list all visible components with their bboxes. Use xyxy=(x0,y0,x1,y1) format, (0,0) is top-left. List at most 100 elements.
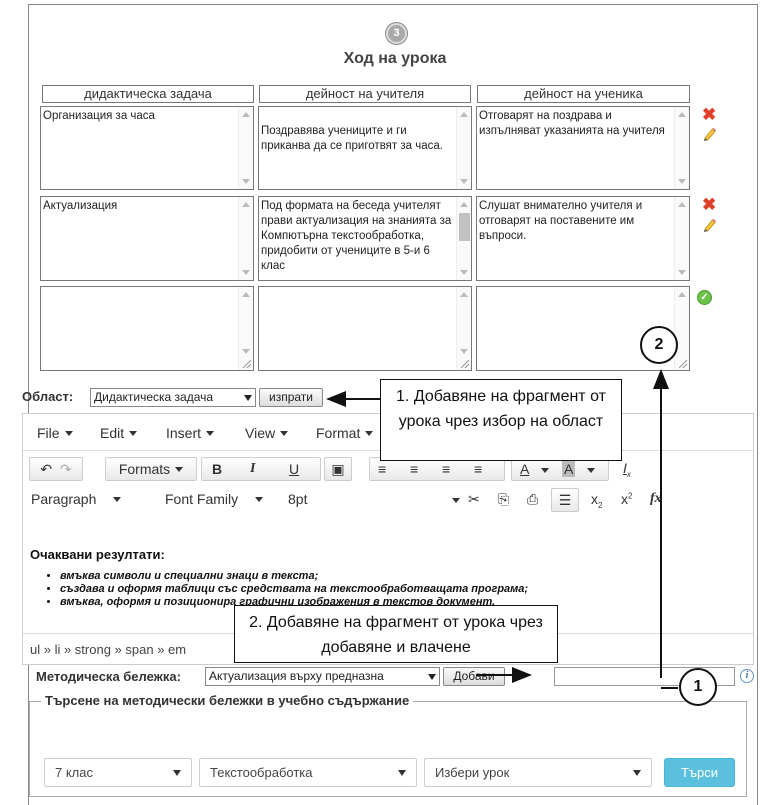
delete-row2-icon[interactable]: ✖ xyxy=(702,196,716,213)
bold-button[interactable]: B xyxy=(212,458,222,480)
scrollbar[interactable] xyxy=(238,197,253,280)
callout-area-selection: 1. Добавяне на фрагмент от урока чрез из… xyxy=(380,379,622,461)
row2-student-text: Слушат внимателно учителя и отговарят на… xyxy=(479,200,643,242)
font-family-dropdown[interactable]: Font Family xyxy=(165,491,263,507)
menu-insert[interactable]: Insert xyxy=(166,425,215,441)
column-header-teacher: дейност на учителя xyxy=(259,85,471,103)
add-button[interactable]: Добави xyxy=(443,667,505,686)
method-note-select[interactable]: Актуализация върху предназна xyxy=(205,667,440,686)
scrollbar[interactable] xyxy=(238,287,253,370)
marker-1: 1 xyxy=(679,668,717,706)
align-right-icon[interactable]: ≡ xyxy=(442,458,450,480)
editor-content[interactable]: Очаквани резултати: вмъква символи и спе… xyxy=(30,547,745,609)
undo-icon[interactable]: ↶ xyxy=(40,461,52,477)
row1-teacher-textarea[interactable]: Поздравява учениците и ги приканва да се… xyxy=(258,106,472,190)
chevron-down-icon xyxy=(633,770,641,776)
resize-grip[interactable] xyxy=(243,360,251,368)
subject-select[interactable]: Текстообработка xyxy=(199,758,417,787)
menu-view[interactable]: View xyxy=(245,425,289,441)
chevron-down-icon xyxy=(398,770,406,776)
formula-icon[interactable]: fx xyxy=(650,491,662,507)
edit-row2-icon[interactable] xyxy=(702,217,717,232)
area-select-value: Дидактическа задача xyxy=(94,390,214,404)
list-item: създава и оформя таблици със средствата … xyxy=(60,583,745,596)
image-icon[interactable]: ▣ xyxy=(324,457,352,481)
subscript-icon[interactable]: x2 xyxy=(591,491,602,510)
text-style-group: B I U xyxy=(201,457,321,481)
method-note-label: Методическа бележка: xyxy=(36,669,181,684)
bg-color-icon[interactable]: A xyxy=(562,461,576,477)
confirm-row-icon[interactable]: ✓ xyxy=(697,290,712,305)
row1-task-text: Организация за часа xyxy=(43,110,155,122)
content-list: вмъква символи и специални знаци в текст… xyxy=(30,570,745,609)
superscript-icon[interactable]: x2 xyxy=(621,491,632,507)
callout-drag-and-drop: 2. Добавяне на фрагмент от урока чрез до… xyxy=(234,605,558,663)
area-label: Област: xyxy=(22,389,74,404)
row1-student-text: Отговарят на поздрава и изпълняват указа… xyxy=(479,110,665,137)
chevron-down-icon xyxy=(173,770,181,776)
scrollbar[interactable] xyxy=(674,197,689,280)
section-title: Ход на урока xyxy=(343,50,447,67)
content-heading: Очаквани резултати: xyxy=(30,547,165,562)
row1-task-textarea[interactable]: Организация за часа xyxy=(40,106,254,190)
marker-2: 2 xyxy=(640,326,678,364)
scrollbar[interactable] xyxy=(456,197,471,280)
chevron-down-icon xyxy=(428,674,436,680)
clear-format-icon[interactable]: Ix xyxy=(623,460,631,479)
step-number-badge: 3 xyxy=(386,23,407,44)
list-item: вмъква символи и специални знаци в текст… xyxy=(60,570,745,583)
scrollbar[interactable] xyxy=(674,107,689,189)
row2-task-text: Актуализация xyxy=(43,200,118,212)
undo-redo-group[interactable]: ↶ ↷ xyxy=(29,457,83,481)
subject-select-value: Текстообработка xyxy=(210,765,313,780)
scrollbar[interactable] xyxy=(674,287,689,370)
search-button[interactable]: Търси xyxy=(664,758,735,787)
row1-teacher-text: Поздравява учениците и ги приканва да се… xyxy=(261,125,443,152)
align-center-icon[interactable]: ≡ xyxy=(410,458,418,480)
row1-student-textarea[interactable]: Отговарят на поздрава и изпълняват указа… xyxy=(476,106,690,190)
column-header-student: дейност на ученика xyxy=(477,85,690,103)
lesson-select-value: Избери урок xyxy=(435,765,510,780)
menu-format[interactable]: Format xyxy=(316,425,374,441)
copy-icon[interactable]: ⎘ xyxy=(498,491,509,508)
search-legend: Търсене на методически бележки в учебно … xyxy=(41,693,414,708)
grade-select[interactable]: 7 клас xyxy=(44,758,192,787)
delete-row1-icon[interactable]: ✖ xyxy=(702,106,716,123)
align-justify-icon[interactable]: ≡ xyxy=(474,458,482,480)
new-task-textarea[interactable] xyxy=(40,286,254,371)
italic-button[interactable]: I xyxy=(250,458,255,480)
info-icon[interactable]: i xyxy=(740,669,754,683)
lesson-select[interactable]: Избери урок xyxy=(424,758,652,787)
status-path-text: ul » li » strong » span » em xyxy=(30,642,187,657)
text-color-icon[interactable]: A xyxy=(520,458,529,480)
send-button[interactable]: изпрати xyxy=(259,388,323,407)
row2-task-textarea[interactable]: Актуализация xyxy=(40,196,254,281)
editor-toolbar-2: Paragraph Font Family 8pt ✂ ⎘ ⎙ ☰ x2 x2 … xyxy=(23,485,753,515)
paste-icon[interactable]: ⎙ xyxy=(527,491,538,508)
row2-teacher-text: Под формата на беседа учителят прави акт… xyxy=(261,200,452,272)
resize-grip[interactable] xyxy=(461,360,469,368)
column-header-task: дидактическа задача xyxy=(42,85,254,103)
align-left-icon[interactable]: ≡ xyxy=(378,458,386,480)
menu-file[interactable]: File xyxy=(37,425,73,441)
scrollbar[interactable] xyxy=(456,287,471,370)
formats-dropdown[interactable]: Formats xyxy=(105,457,197,481)
method-note-select-value: Актуализация върху предназна xyxy=(209,669,384,683)
row2-teacher-textarea[interactable]: Под формата на беседа учителят прави акт… xyxy=(258,196,472,281)
cut-icon[interactable]: ✂ xyxy=(468,491,480,508)
grade-select-value: 7 клас xyxy=(55,765,93,780)
new-teacher-textarea[interactable] xyxy=(258,286,472,371)
resize-grip[interactable] xyxy=(679,360,687,368)
font-size-dropdown[interactable]: 8pt xyxy=(288,491,307,507)
chevron-down-icon[interactable] xyxy=(452,498,460,503)
bullet-list-icon[interactable]: ☰ xyxy=(551,488,579,512)
underline-button[interactable]: U xyxy=(289,458,299,480)
scrollbar[interactable] xyxy=(456,107,471,189)
row2-student-textarea[interactable]: Слушат внимателно учителя и отговарят на… xyxy=(476,196,690,281)
paragraph-dropdown[interactable]: Paragraph xyxy=(31,491,122,507)
scrollbar[interactable] xyxy=(238,107,253,189)
edit-row1-icon[interactable] xyxy=(702,126,717,141)
area-select[interactable]: Дидактическа задача xyxy=(90,388,256,407)
menu-edit[interactable]: Edit xyxy=(100,425,138,441)
redo-icon[interactable]: ↷ xyxy=(60,461,72,477)
